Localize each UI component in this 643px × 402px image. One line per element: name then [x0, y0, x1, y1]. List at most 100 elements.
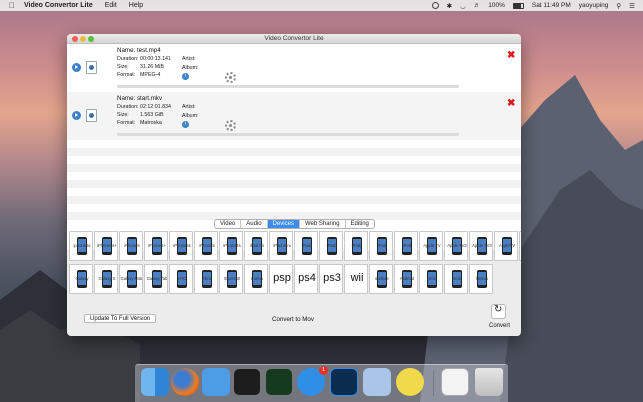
- device-preset[interactable]: iPhone5s: [169, 231, 193, 261]
- device-preset[interactable]: Galaxy S: [94, 264, 118, 294]
- apple-icon[interactable]: : [9, 1, 15, 10]
- update-button[interactable]: Update To Full Version: [84, 314, 157, 323]
- wifi-icon[interactable]: ◡: [460, 2, 466, 10]
- device-preset[interactable]: Xbox: [194, 264, 218, 294]
- zoom-button[interactable]: [88, 36, 94, 42]
- app-window: Video Convertor Lite Name: test.mp4 Dura…: [67, 34, 521, 336]
- finder-icon[interactable]: [141, 368, 169, 396]
- remove-icon[interactable]: ✖: [507, 99, 515, 109]
- bluetooth-icon[interactable]: ✱: [447, 2, 452, 10]
- tab-web-sharing[interactable]: Web Sharing: [300, 220, 346, 228]
- menu-app-name[interactable]: Video Convertor Lite: [24, 2, 93, 9]
- device-preset[interactable]: Droid: [444, 264, 468, 294]
- device-label: wii: [350, 272, 364, 284]
- device-preset[interactable]: Android: [519, 231, 521, 261]
- info-icon[interactable]: i: [182, 121, 189, 128]
- device-preset[interactable]: iPhone6: [119, 231, 143, 261]
- info-icon[interactable]: i: [182, 73, 189, 80]
- device-preset[interactable]: AppleTV: [494, 231, 518, 261]
- device-label: iPad4: [301, 243, 313, 248]
- device-preset[interactable]: iPhone4s: [219, 231, 243, 261]
- device-preset[interactable]: iphone6s: [69, 231, 93, 261]
- device-preset[interactable]: iPad: [369, 231, 393, 261]
- menu-edit[interactable]: Edit: [105, 2, 117, 9]
- notification-icon[interactable]: [431, 2, 439, 9]
- device-preset[interactable]: iPad2: [344, 231, 368, 261]
- device-label: iPhone5s: [173, 243, 191, 248]
- file-name: Name: start.mkv: [117, 95, 163, 102]
- device-preset[interactable]: Android: [394, 264, 418, 294]
- device-preset[interactable]: Droid: [419, 264, 443, 294]
- file-row[interactable]: Name: start.mkv Duration: 02:12:01.834 S…: [67, 92, 521, 140]
- list-icon[interactable]: ☰: [629, 2, 635, 10]
- device-preset[interactable]: iPad mini: [269, 231, 293, 261]
- menu-help[interactable]: Help: [129, 2, 143, 9]
- device-preset[interactable]: iPhone5: [194, 231, 218, 261]
- device-label: Apple TV: [423, 243, 441, 248]
- play-icon[interactable]: [72, 63, 81, 72]
- device-preset[interactable]: psp: [269, 264, 293, 294]
- title-bar[interactable]: Video Convertor Lite: [67, 34, 521, 44]
- format-label: Format:: [117, 72, 136, 78]
- search-icon[interactable]: ⚲: [616, 2, 621, 10]
- gear-icon[interactable]: [225, 120, 236, 131]
- device-preset[interactable]: Apple TV2: [444, 231, 468, 261]
- activity-monitor-icon[interactable]: [265, 368, 293, 396]
- device-preset[interactable]: iPad4: [294, 231, 318, 261]
- device-preset[interactable]: Galaxy Note: [119, 264, 143, 294]
- device-label: iPhone6+: [148, 243, 166, 248]
- device-preset[interactable]: iPad3: [319, 231, 343, 261]
- remove-icon[interactable]: ✖: [507, 51, 515, 61]
- device-preset[interactable]: iPod: [394, 231, 418, 261]
- tab-devices[interactable]: Devices: [267, 220, 300, 228]
- device-preset[interactable]: Galaxy: [69, 264, 93, 294]
- device-preset[interactable]: Galaxy Tab: [144, 264, 168, 294]
- gear-icon[interactable]: [225, 72, 236, 83]
- format-value: MPEG-4: [140, 72, 161, 78]
- device-preset[interactable]: Nexus: [469, 264, 493, 294]
- output-tabs: Video Audio Devices Web Sharing Editing: [214, 219, 375, 229]
- device-preset[interactable]: Xbox360: [219, 264, 243, 294]
- device-label: AppleTV: [498, 243, 516, 248]
- volume-icon[interactable]: ♬: [474, 2, 481, 9]
- firefox-icon[interactable]: [171, 368, 199, 396]
- device-preset[interactable]: iPhone6s+: [94, 231, 118, 261]
- device-preset[interactable]: Apple TV3: [469, 231, 493, 261]
- device-preset[interactable]: ps4: [294, 264, 318, 294]
- terminal-icon[interactable]: [233, 368, 261, 396]
- device-preset[interactable]: iPad Air: [244, 231, 268, 261]
- device-preset[interactable]: wii: [344, 264, 368, 294]
- convert-button[interactable]: [491, 304, 506, 319]
- battery-icon[interactable]: [512, 2, 524, 9]
- battery-percent[interactable]: 100%: [488, 2, 505, 9]
- file-icon: [86, 61, 97, 74]
- device-preset[interactable]: HTC: [169, 264, 193, 294]
- device-label: ps3: [323, 272, 341, 284]
- dock: 1: [135, 364, 508, 402]
- tab-video[interactable]: Video: [215, 220, 242, 228]
- tab-editing[interactable]: Editing: [346, 220, 374, 228]
- device-preset[interactable]: iPhone6+: [144, 231, 168, 261]
- size-label: Size:: [117, 112, 129, 118]
- file-name: Name: test.mp4: [117, 47, 161, 54]
- duration-value: 02:12:01.834: [140, 104, 171, 110]
- downloads-stack-icon[interactable]: [441, 368, 469, 396]
- window-title: Video Convertor Lite: [264, 35, 324, 42]
- bottom-bar: Update To Full Version Convert to Mov Co…: [67, 304, 521, 336]
- file-row[interactable]: Name: test.mp4 Duration: 00:00:13.141 Si…: [67, 44, 521, 92]
- tab-audio[interactable]: Audio: [241, 220, 268, 228]
- photoshop-icon[interactable]: [330, 368, 358, 396]
- user-name[interactable]: yaoyuping: [579, 2, 609, 9]
- clock[interactable]: Sat 11:49 PM: [532, 2, 571, 9]
- device-preset[interactable]: Apple TV: [419, 231, 443, 261]
- play-icon[interactable]: [72, 111, 81, 120]
- device-preset[interactable]: Lumia: [244, 264, 268, 294]
- migration-icon[interactable]: [396, 368, 424, 396]
- trash-icon[interactable]: [475, 368, 503, 396]
- device-preset[interactable]: surface: [369, 264, 393, 294]
- close-button[interactable]: [72, 36, 78, 42]
- device-preset[interactable]: ps3: [319, 264, 343, 294]
- preview-icon[interactable]: [363, 368, 391, 396]
- minimize-button[interactable]: [80, 36, 86, 42]
- xcode-icon[interactable]: [202, 368, 230, 396]
